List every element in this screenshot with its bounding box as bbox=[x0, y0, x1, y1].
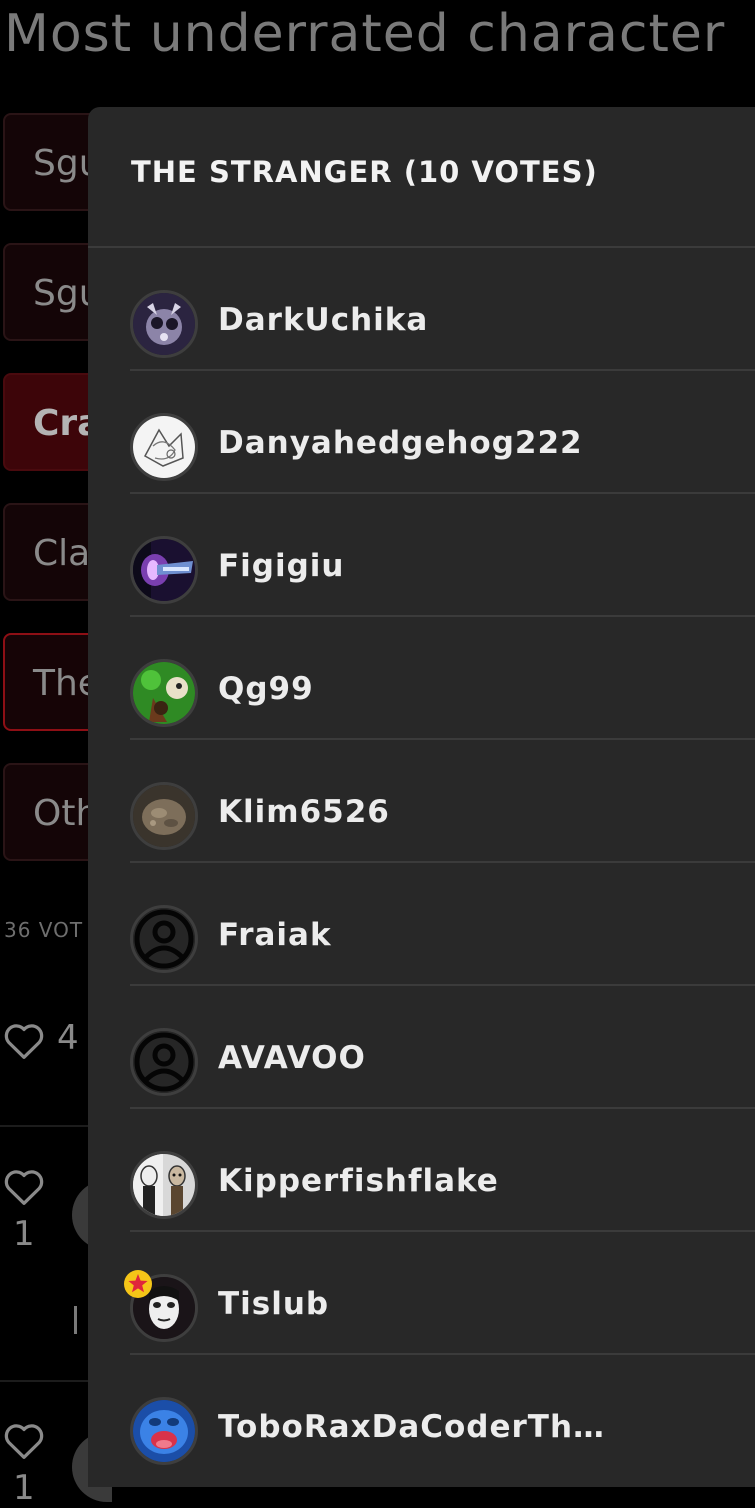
voter-name[interactable]: AVAVOO bbox=[218, 1040, 366, 1076]
comment-divider bbox=[0, 1125, 100, 1127]
total-votes: 36 VOT bbox=[4, 918, 84, 942]
purple-space-avatar-icon[interactable] bbox=[130, 536, 198, 604]
voter-name[interactable]: Qg99 bbox=[218, 671, 314, 707]
voter-name[interactable]: Klim6526 bbox=[218, 794, 390, 830]
default-user-icon[interactable] bbox=[130, 905, 198, 973]
green-character-avatar-icon[interactable] bbox=[130, 659, 198, 727]
voter-item[interactable]: AVAVOO bbox=[130, 986, 755, 1109]
voters-panel: THE STRANGER (10 VOTES) DarkUchika Danya… bbox=[88, 107, 755, 1487]
two-characters-avatar-icon[interactable] bbox=[130, 1151, 198, 1219]
voter-name[interactable]: Danyahedgehog222 bbox=[218, 425, 583, 461]
voter-name[interactable]: DarkUchika bbox=[218, 302, 428, 338]
like-heart-icon[interactable] bbox=[2, 1020, 46, 1060]
voter-item[interactable]: Fraiak bbox=[130, 863, 755, 986]
voter-item[interactable]: Danyahedgehog222 bbox=[130, 371, 755, 494]
star-badge-icon bbox=[124, 1270, 152, 1298]
like-count: 4 bbox=[57, 1018, 79, 1058]
like-count: 1 bbox=[13, 1214, 35, 1254]
voter-list: DarkUchika Danyahedgehog222 Figigiu Qg99 bbox=[88, 248, 755, 1476]
voter-name[interactable]: Kipperfishflake bbox=[218, 1163, 499, 1199]
voter-name[interactable]: ToboRaxDaCoderTh… bbox=[218, 1409, 605, 1445]
sketch-avatar-icon[interactable] bbox=[130, 413, 198, 481]
voter-name[interactable]: Fraiak bbox=[218, 917, 332, 953]
voter-name[interactable]: Tislub bbox=[218, 1286, 329, 1322]
voters-panel-title: THE STRANGER (10 VOTES) bbox=[131, 155, 598, 189]
like-count: 1 bbox=[13, 1468, 35, 1508]
rock-avatar-icon[interactable] bbox=[130, 782, 198, 850]
voter-item[interactable]: Tislub bbox=[124, 1232, 755, 1355]
voter-item[interactable]: Qg99 bbox=[130, 617, 755, 740]
reply-line bbox=[74, 1306, 77, 1334]
voter-item[interactable]: ToboRaxDaCoderTh… bbox=[130, 1355, 755, 1476]
like-heart-icon[interactable] bbox=[2, 1166, 46, 1206]
voter-item[interactable]: Kipperfishflake bbox=[130, 1109, 755, 1232]
voter-item[interactable]: Figigiu bbox=[130, 494, 755, 617]
voter-item[interactable]: DarkUchika bbox=[130, 248, 755, 371]
voter-item[interactable]: Klim6526 bbox=[130, 740, 755, 863]
like-heart-icon[interactable] bbox=[2, 1420, 46, 1460]
voter-name[interactable]: Figigiu bbox=[218, 548, 345, 584]
dark-anime-avatar-icon[interactable] bbox=[130, 290, 198, 358]
poll-option-label: Cla bbox=[33, 533, 91, 574]
default-user-icon[interactable] bbox=[130, 1028, 198, 1096]
page-title: Most underrated character bbox=[4, 4, 726, 64]
blue-creature-avatar-icon[interactable] bbox=[130, 1397, 198, 1465]
comment-divider bbox=[0, 1380, 100, 1382]
